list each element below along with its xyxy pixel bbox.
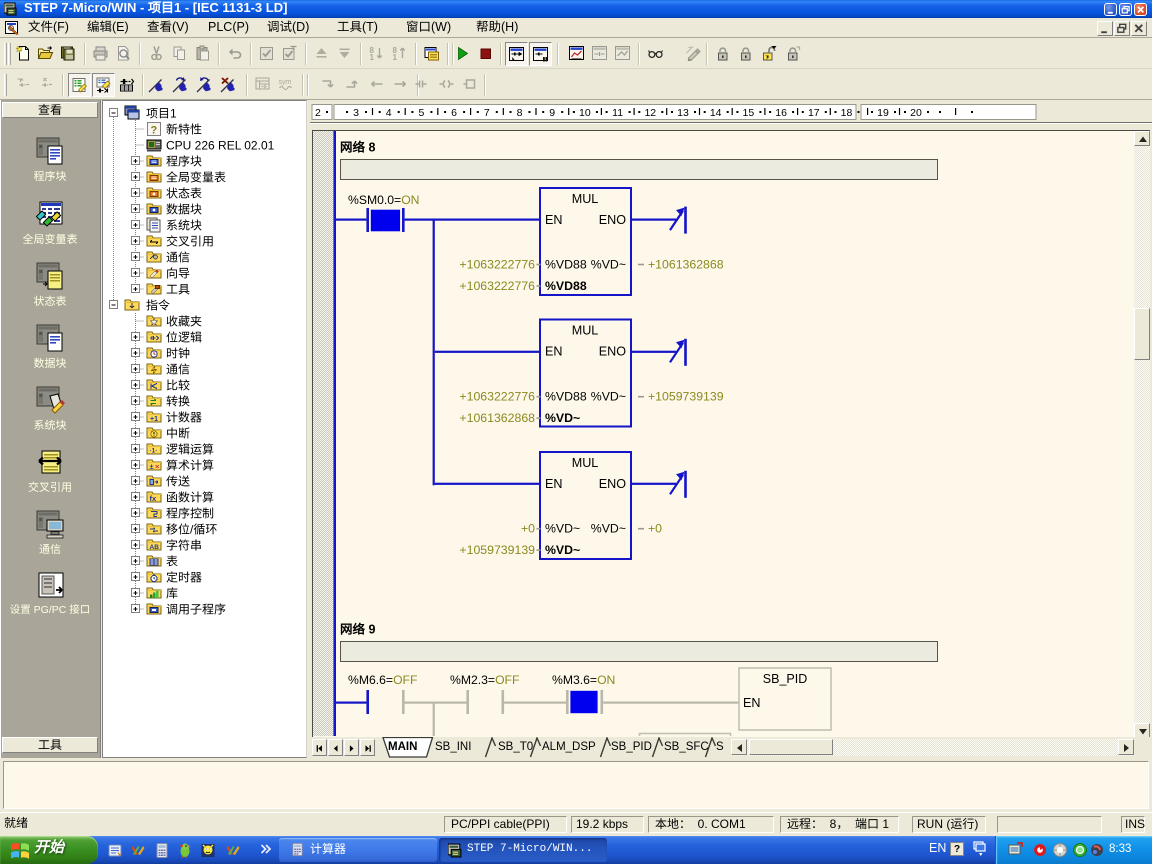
svg-text:逻辑运算: 逻辑运算 (166, 443, 214, 457)
svg-text:程序块: 程序块 (166, 155, 202, 169)
svg-text:+0: +0 (521, 522, 535, 536)
svg-text:+1: +1 (150, 416, 158, 423)
svg-text:5: 5 (418, 107, 424, 119)
svg-text:13: 13 (677, 107, 689, 119)
svg-text:+1061362868: +1061362868 (459, 411, 535, 425)
svg-text:15: 15 (743, 107, 755, 119)
svg-text:17: 17 (808, 107, 820, 119)
svg-text:EN: EN (743, 696, 761, 710)
svg-text:%VD~: %VD~ (545, 543, 580, 557)
svg-text:1: 1 (370, 53, 375, 62)
svg-text:ENO: ENO (599, 345, 626, 359)
svg-text:+1059739139: +1059739139 (648, 390, 724, 404)
svg-text:+1063222776: +1063222776 (459, 279, 535, 293)
svg-text:时钟: 时钟 (166, 347, 190, 361)
svg-text:11: 11 (612, 107, 623, 119)
svg-text:+1063222776: +1063222776 (459, 257, 535, 271)
svg-text:全局变量表: 全局变量表 (166, 171, 226, 185)
svg-text:20: 20 (910, 107, 922, 119)
svg-text:指令: 指令 (146, 299, 170, 313)
svg-text:网络 8: 网络 8 (340, 141, 375, 155)
svg-text:+1063222776: +1063222776 (459, 390, 535, 404)
svg-text:±: ± (150, 462, 154, 471)
svg-text:通信: 通信 (166, 251, 190, 265)
svg-text:项目1: 项目1 (146, 107, 177, 121)
svg-text:CPU 226 REL 02.01: CPU 226 REL 02.01 (166, 139, 275, 153)
svg-text:工具: 工具 (166, 283, 190, 297)
svg-text:EN: EN (545, 213, 563, 227)
svg-text:18: 18 (841, 107, 853, 119)
svg-text:+1059739139: +1059739139 (459, 543, 535, 557)
svg-text:2: 2 (315, 107, 321, 119)
svg-text:表: 表 (166, 555, 178, 569)
svg-text:×: × (155, 462, 160, 471)
svg-text:T: T (766, 56, 769, 62)
svg-text:1: 1 (393, 53, 398, 62)
svg-text:AB: AB (150, 544, 160, 551)
svg-text:位逻辑: 位逻辑 (166, 331, 202, 345)
svg-text:系统块: 系统块 (166, 219, 202, 233)
svg-text:ENO: ENO (599, 213, 626, 227)
svg-text:%M6.6=OFF: %M6.6=OFF (348, 673, 417, 687)
svg-text:算术计算: 算术计算 (166, 459, 214, 473)
svg-text:sym: sym (279, 79, 292, 86)
svg-text:ENO: ENO (599, 477, 626, 491)
svg-text:函数计算: 函数计算 (166, 491, 214, 505)
svg-text:定时器: 定时器 (166, 571, 202, 585)
svg-text:%VD88: %VD88 (545, 257, 587, 271)
svg-text:传送: 传送 (166, 475, 190, 489)
svg-text:EN: EN (545, 345, 563, 359)
svg-text:16: 16 (775, 107, 787, 119)
svg-text:·1·: ·1· (150, 448, 158, 455)
svg-text:MUL: MUL (572, 456, 599, 470)
svg-text:12: 12 (644, 107, 656, 119)
svg-text:MUL: MUL (572, 324, 599, 338)
svg-text:字符串: 字符串 (166, 539, 202, 553)
svg-text:数据块: 数据块 (166, 203, 202, 217)
svg-text:移位/循环: 移位/循环 (166, 523, 217, 537)
svg-text:8: 8 (517, 107, 523, 119)
svg-text:计数器: 计数器 (166, 411, 202, 425)
svg-text:%M2.3=OFF: %M2.3=OFF (450, 673, 519, 687)
svg-text:%M3.6=ON: %M3.6=ON (552, 673, 615, 687)
svg-text:10: 10 (579, 107, 591, 119)
svg-text:6: 6 (451, 107, 457, 119)
svg-text:%VD~: %VD~ (591, 390, 626, 404)
svg-text:%SM0.0=ON: %SM0.0=ON (348, 193, 419, 207)
svg-text:EN: EN (545, 477, 563, 491)
svg-text:中断: 中断 (166, 427, 190, 441)
svg-text:%VD~: %VD~ (591, 522, 626, 536)
svg-text:14: 14 (710, 107, 722, 119)
svg-text:向导: 向导 (166, 267, 190, 281)
svg-text:收藏夹: 收藏夹 (166, 315, 202, 329)
svg-text:比较: 比较 (166, 379, 190, 393)
svg-text:%VD88: %VD88 (545, 279, 587, 293)
svg-text:7: 7 (484, 107, 490, 119)
svg-text:%VD88: %VD88 (545, 390, 587, 404)
svg-text:%VD~: %VD~ (545, 411, 580, 425)
svg-text:3: 3 (353, 107, 359, 119)
svg-text:%VD~: %VD~ (545, 522, 580, 536)
svg-text:转换: 转换 (166, 395, 190, 409)
svg-text:+1061362868: +1061362868 (648, 257, 724, 271)
svg-text:4: 4 (386, 107, 392, 119)
svg-text:+0: +0 (648, 522, 662, 536)
svg-text:状态表: 状态表 (166, 187, 202, 201)
svg-text:%VD~: %VD~ (591, 257, 626, 271)
svg-text:9: 9 (549, 107, 555, 119)
svg-text:通信: 通信 (166, 363, 190, 377)
svg-text:SB_PID: SB_PID (763, 672, 807, 686)
svg-text:新特性: 新特性 (166, 123, 202, 137)
svg-text:?: ? (151, 125, 158, 137)
svg-text:调用子程序: 调用子程序 (166, 603, 226, 617)
svg-text:fx: fx (150, 494, 157, 503)
svg-text:19: 19 (877, 107, 889, 119)
svg-text:交叉引用: 交叉引用 (166, 235, 214, 249)
svg-text:网络 9: 网络 9 (340, 623, 375, 637)
svg-text:程序控制: 程序控制 (166, 507, 214, 521)
svg-text:MUL: MUL (572, 192, 599, 206)
svg-text:库: 库 (166, 587, 178, 601)
